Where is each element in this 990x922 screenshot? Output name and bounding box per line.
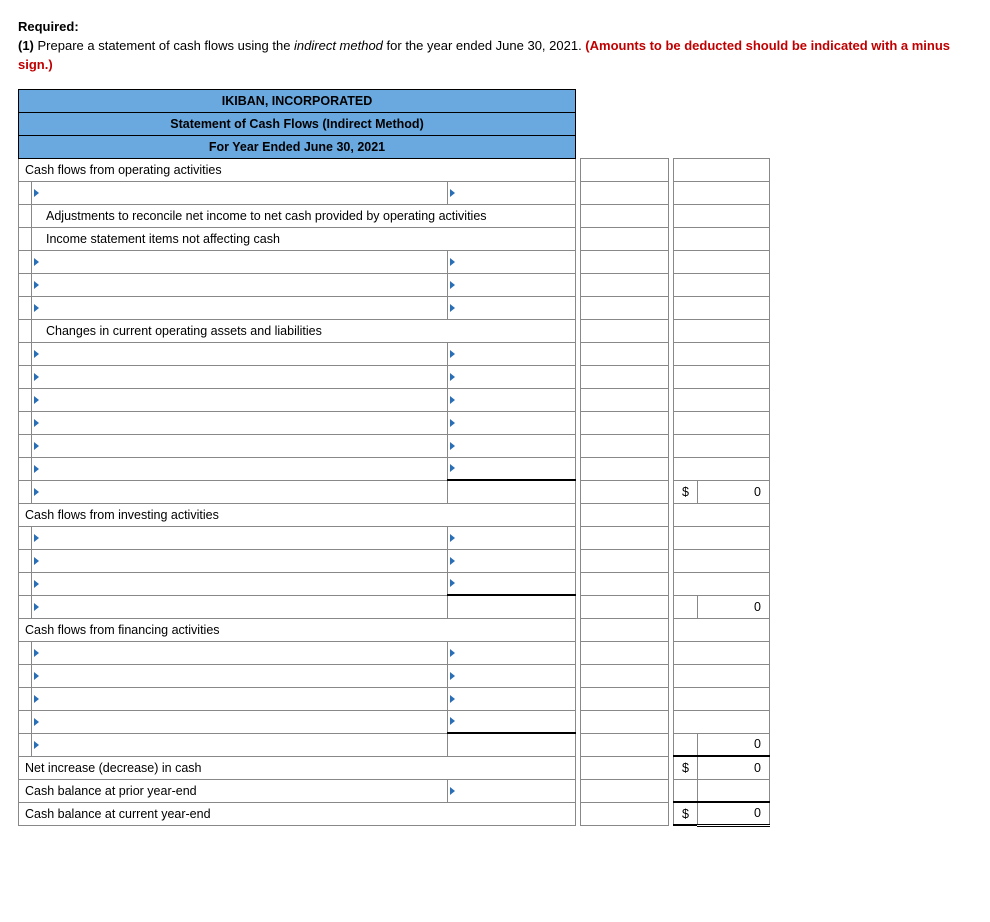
dropdown-cell[interactable] — [32, 457, 448, 480]
instr-text-a: Prepare a statement of cash flows using … — [34, 38, 294, 53]
dropdown-cell[interactable] — [32, 342, 448, 365]
dropdown-cell[interactable] — [32, 434, 448, 457]
financing-total: 0 — [698, 733, 770, 756]
currency-symbol: $ — [674, 756, 698, 779]
amount-input[interactable] — [448, 710, 576, 733]
amount-input[interactable] — [448, 250, 576, 273]
dropdown-cell[interactable] — [32, 296, 448, 319]
dropdown-cell[interactable] — [32, 411, 448, 434]
amount-input[interactable] — [448, 365, 576, 388]
amount-input[interactable] — [448, 273, 576, 296]
investing-section-label: Cash flows from investing activities — [19, 503, 576, 526]
item-number: (1) — [18, 38, 34, 53]
dropdown-cell[interactable] — [32, 480, 448, 503]
instr-italic: indirect method — [294, 38, 383, 53]
amount-input[interactable] — [448, 779, 576, 802]
dropdown-cell[interactable] — [32, 250, 448, 273]
dropdown-cell[interactable] — [32, 273, 448, 296]
dropdown-cell[interactable] — [32, 572, 448, 595]
dropdown-cell[interactable] — [32, 710, 448, 733]
dropdown-cell[interactable] — [32, 595, 448, 618]
instructions-block: Required: (1) Prepare a statement of cas… — [18, 18, 972, 75]
header-company: IKIBAN, INCORPORATED — [19, 89, 576, 112]
amount-input[interactable] — [448, 411, 576, 434]
header-period: For Year Ended June 30, 2021 — [19, 135, 576, 158]
dropdown-cell[interactable] — [32, 641, 448, 664]
dropdown-cell[interactable] — [32, 365, 448, 388]
amount-input[interactable] — [448, 434, 576, 457]
current-balance-label: Cash balance at current year-end — [19, 802, 576, 825]
operating-total: 0 — [698, 480, 770, 503]
amount-input[interactable] — [448, 641, 576, 664]
dropdown-cell[interactable] — [32, 181, 448, 204]
amount-input[interactable] — [448, 526, 576, 549]
cash-flow-table: IKIBAN, INCORPORATED Statement of Cash F… — [18, 89, 770, 827]
prior-balance-label: Cash balance at prior year-end — [19, 779, 448, 802]
header-title: Statement of Cash Flows (Indirect Method… — [19, 112, 576, 135]
amount-input[interactable] — [448, 388, 576, 411]
financing-section-label: Cash flows from financing activities — [19, 618, 576, 641]
dropdown-cell[interactable] — [32, 549, 448, 572]
dropdown-cell[interactable] — [32, 687, 448, 710]
dropdown-cell[interactable] — [32, 733, 448, 756]
operating-section-label: Cash flows from operating activities — [19, 158, 576, 181]
amount-input[interactable] — [448, 549, 576, 572]
amount-input[interactable] — [448, 181, 576, 204]
net-increase-value: 0 — [698, 756, 770, 779]
income-items-label: Income statement items not affecting cas… — [32, 227, 576, 250]
instr-text-b: for the year ended June 30, 2021. — [383, 38, 585, 53]
currency-symbol: $ — [674, 480, 698, 503]
amount-input[interactable] — [448, 296, 576, 319]
amount-input[interactable] — [448, 457, 576, 480]
investing-total: 0 — [698, 595, 770, 618]
prior-balance-value[interactable] — [698, 779, 770, 802]
amount-input[interactable] — [448, 664, 576, 687]
net-increase-label: Net increase (decrease) in cash — [19, 756, 576, 779]
changes-label: Changes in current operating assets and … — [32, 319, 576, 342]
amount-input[interactable] — [448, 342, 576, 365]
dropdown-cell[interactable] — [32, 664, 448, 687]
amount-input[interactable] — [448, 572, 576, 595]
currency-symbol: $ — [674, 802, 698, 825]
adjustments-label: Adjustments to reconcile net income to n… — [32, 204, 576, 227]
amount-input[interactable] — [448, 687, 576, 710]
dropdown-cell[interactable] — [32, 526, 448, 549]
current-balance-value: 0 — [698, 802, 770, 825]
required-label: Required: — [18, 19, 79, 34]
dropdown-cell[interactable] — [32, 388, 448, 411]
